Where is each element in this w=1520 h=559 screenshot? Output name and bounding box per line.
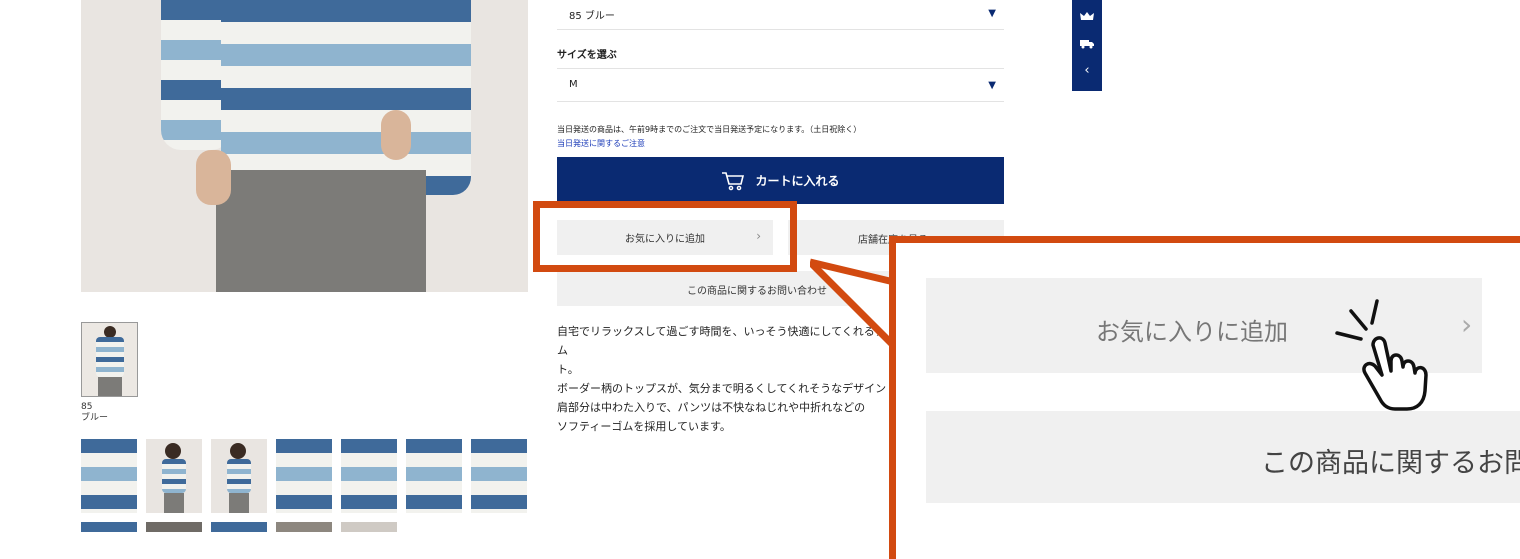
- gallery-thumbnail[interactable]: [211, 522, 267, 532]
- color-name: ブルー: [81, 413, 109, 423]
- description-line: ボーダー柄のトップスが、気分まで明るくしてくれそうなデザイン: [557, 382, 887, 395]
- annotation-zoom-panel: お気に入りに追加 › この商品に関するお問い合わせ: [889, 236, 1520, 559]
- description-line: 肩部分は中わた入りで、パンツは不快なねじれや中折れなどの: [557, 401, 866, 414]
- product-inquiry-label: この商品に関するお問い合わせ: [687, 286, 827, 297]
- main-product-image[interactable]: [81, 0, 528, 292]
- thumb-legs: [98, 377, 122, 396]
- gallery-thumbnail[interactable]: [211, 439, 267, 513]
- chevron-down-icon: ▼: [988, 8, 996, 19]
- photo-hand-left: [196, 150, 231, 205]
- gallery-thumbnail[interactable]: [81, 522, 137, 532]
- size-label: サイズを選ぶ: [557, 50, 617, 61]
- size-select[interactable]: M ▼: [557, 68, 1004, 102]
- zoom-inquiry-label: この商品に関するお問い合わせ: [1261, 448, 1520, 479]
- shipping-notice: 当日発送の商品は、午前9時までのご注文で当日発送予定になります。（土日祝除く）: [557, 125, 862, 134]
- color-thumbnail-caption: 85 ブルー: [81, 402, 108, 424]
- zoom-favorites-label: お気に入りに追加: [1096, 318, 1288, 346]
- zoom-inquiry-button: この商品に関するお問い合わせ: [926, 411, 1520, 503]
- chevron-right-icon: ›: [1461, 308, 1473, 341]
- annotation-highlight-box: [533, 201, 797, 272]
- photo-hand-right: [381, 110, 411, 160]
- add-to-cart-button[interactable]: カートに入れる: [557, 157, 1004, 204]
- gallery-thumbnail[interactable]: [341, 439, 397, 513]
- pointing-hand-icon: [1335, 299, 1428, 411]
- add-to-cart-label: カートに入れる: [755, 174, 840, 188]
- chevron-down-icon: ▼: [988, 80, 996, 91]
- floating-side-bar: ‹: [1072, 0, 1102, 91]
- gallery-thumbnail[interactable]: [471, 439, 527, 513]
- gallery-thumbnail[interactable]: [276, 439, 332, 513]
- gallery-thumbnails: [81, 439, 527, 513]
- description-line: ト。: [557, 363, 579, 376]
- gallery-thumbnail[interactable]: [81, 439, 137, 513]
- chevron-left-icon[interactable]: ‹: [1072, 63, 1102, 78]
- gallery-thumbnails-row-2: [81, 522, 397, 532]
- color-select[interactable]: 85 ブルー ▼: [557, 0, 1004, 30]
- description-line: ソフティーゴムを採用しています。: [557, 420, 731, 433]
- product-page: 85 ブルー 85 ブルー ▼ サイズを選ぶ M ▼ 当日発送の商品は、午前9時…: [0, 0, 1520, 559]
- gallery-thumbnail[interactable]: [146, 522, 202, 532]
- gallery-thumbnail[interactable]: [341, 522, 397, 532]
- shipping-notice-link[interactable]: 当日発送に関するご注意: [557, 138, 645, 149]
- thumb-figure: [96, 337, 124, 377]
- crown-icon[interactable]: [1072, 10, 1102, 22]
- size-select-value: M: [569, 79, 578, 90]
- truck-icon[interactable]: [1072, 37, 1102, 49]
- gallery-thumbnail[interactable]: [406, 439, 462, 513]
- gallery-thumbnail[interactable]: [276, 522, 332, 532]
- color-code: 85: [81, 402, 93, 412]
- cart-icon: [722, 171, 745, 190]
- color-thumbnail-selected[interactable]: [81, 322, 138, 397]
- photo-shirt: [221, 0, 471, 195]
- photo-pants: [216, 170, 426, 292]
- color-select-value: 85 ブルー: [569, 11, 615, 22]
- gallery-thumbnail[interactable]: [146, 439, 202, 513]
